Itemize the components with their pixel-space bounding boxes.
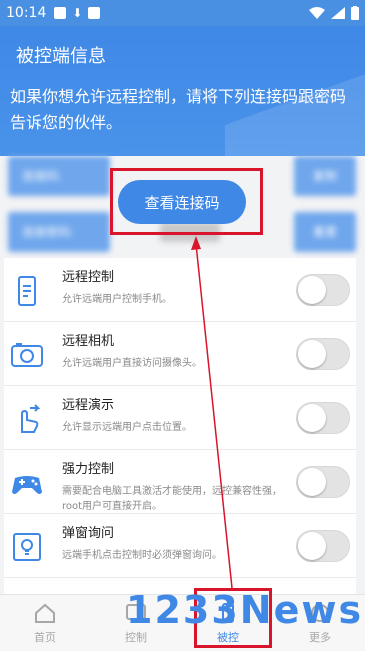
power-control-toggle[interactable] — [296, 466, 350, 498]
touch-demo-icon — [21, 404, 41, 433]
feature-desc: 需要配合电脑工具激活才能使用，远控兼容性强，root用户可直接开启。 — [62, 486, 282, 512]
home-icon — [35, 603, 55, 623]
feature-row-popup-ask: 弹窗询问 远端手机点击控制时必须弹窗询问。 — [4, 514, 356, 578]
notification-icons: ⬇ — [54, 6, 101, 20]
watermark-logo: 1233News — [126, 588, 364, 632]
status-time: 10:14 — [6, 5, 47, 21]
download-icon: ⬇ — [72, 6, 83, 20]
feature-name: 远程相机 — [62, 334, 115, 349]
feature-name: 远程控制 — [62, 270, 115, 285]
feature-desc: 允许远端用户控制手机。 — [62, 294, 172, 305]
copy-button[interactable]: 复制 — [294, 156, 356, 196]
app-notification-icon — [54, 7, 67, 19]
feature-row-remote-camera: 远程相机 允许远端用户直接访问摄像头。 — [4, 322, 356, 386]
view-connection-code-button[interactable]: 查看连接码 — [118, 180, 246, 224]
toggle-knob — [298, 404, 326, 432]
feature-row-power-control: 强力控制 需要配合电脑工具激活才能使用，远控兼容性强，root用户可直接开启。 — [4, 450, 356, 514]
page-description: 如果你想允许远程控制，请将下列连接码跟密码告诉您的伙伴。 — [10, 87, 347, 132]
connect-code-label: 连接码: — [8, 156, 110, 196]
wifi-icon — [309, 7, 325, 19]
status-bar: 10:14 ⬇ — [0, 0, 365, 26]
feature-list: 远程控制 允许远端用户控制手机。 远程相机 允许远端用户直接访问摄像头。 远程演… — [4, 258, 356, 598]
feature-desc: 远端手机点击控制时必须弹窗询问。 — [62, 550, 222, 561]
header: 被控端信息 如果你想允许远程控制，请将下列连接码跟密码告诉您的伙伴。 — [0, 26, 365, 156]
feature-row-remote-control: 远程控制 允许远端用户控制手机。 — [4, 258, 356, 322]
feature-name: 弹窗询问 — [62, 526, 115, 541]
system-icons — [309, 6, 359, 20]
camera-icon — [11, 343, 43, 367]
gamepad-icon — [12, 476, 42, 494]
signal-icon — [331, 7, 345, 19]
feature-desc: 允许显示远端用户点击位置。 — [62, 422, 192, 433]
popup-ask-toggle[interactable] — [296, 530, 350, 562]
tab-label: 首页 — [34, 631, 56, 644]
remote-camera-toggle[interactable] — [296, 338, 350, 370]
password-label: 连接密码: — [8, 212, 110, 252]
remote-demo-toggle[interactable] — [296, 402, 350, 434]
tab-home[interactable]: 首页 — [15, 595, 75, 651]
lightbulb-icon — [13, 533, 41, 561]
feature-desc: 允许远端用户直接访问摄像头。 — [62, 358, 202, 369]
password-value — [160, 222, 220, 242]
page-title: 被控端信息 — [16, 46, 106, 67]
toggle-knob — [298, 532, 326, 560]
toggle-knob — [298, 468, 326, 496]
feature-name: 强力控制 — [62, 462, 115, 477]
battery-icon — [351, 6, 359, 20]
toggle-knob — [298, 340, 326, 368]
feature-name: 远程演示 — [62, 398, 115, 413]
app-a-icon — [88, 7, 101, 19]
phone-control-icon — [18, 276, 36, 306]
feature-row-remote-demo: 远程演示 允许显示远端用户点击位置。 — [4, 386, 356, 450]
toggle-knob — [298, 276, 326, 304]
remote-control-toggle[interactable] — [296, 274, 350, 306]
reset-button[interactable]: 重置 — [294, 212, 356, 252]
